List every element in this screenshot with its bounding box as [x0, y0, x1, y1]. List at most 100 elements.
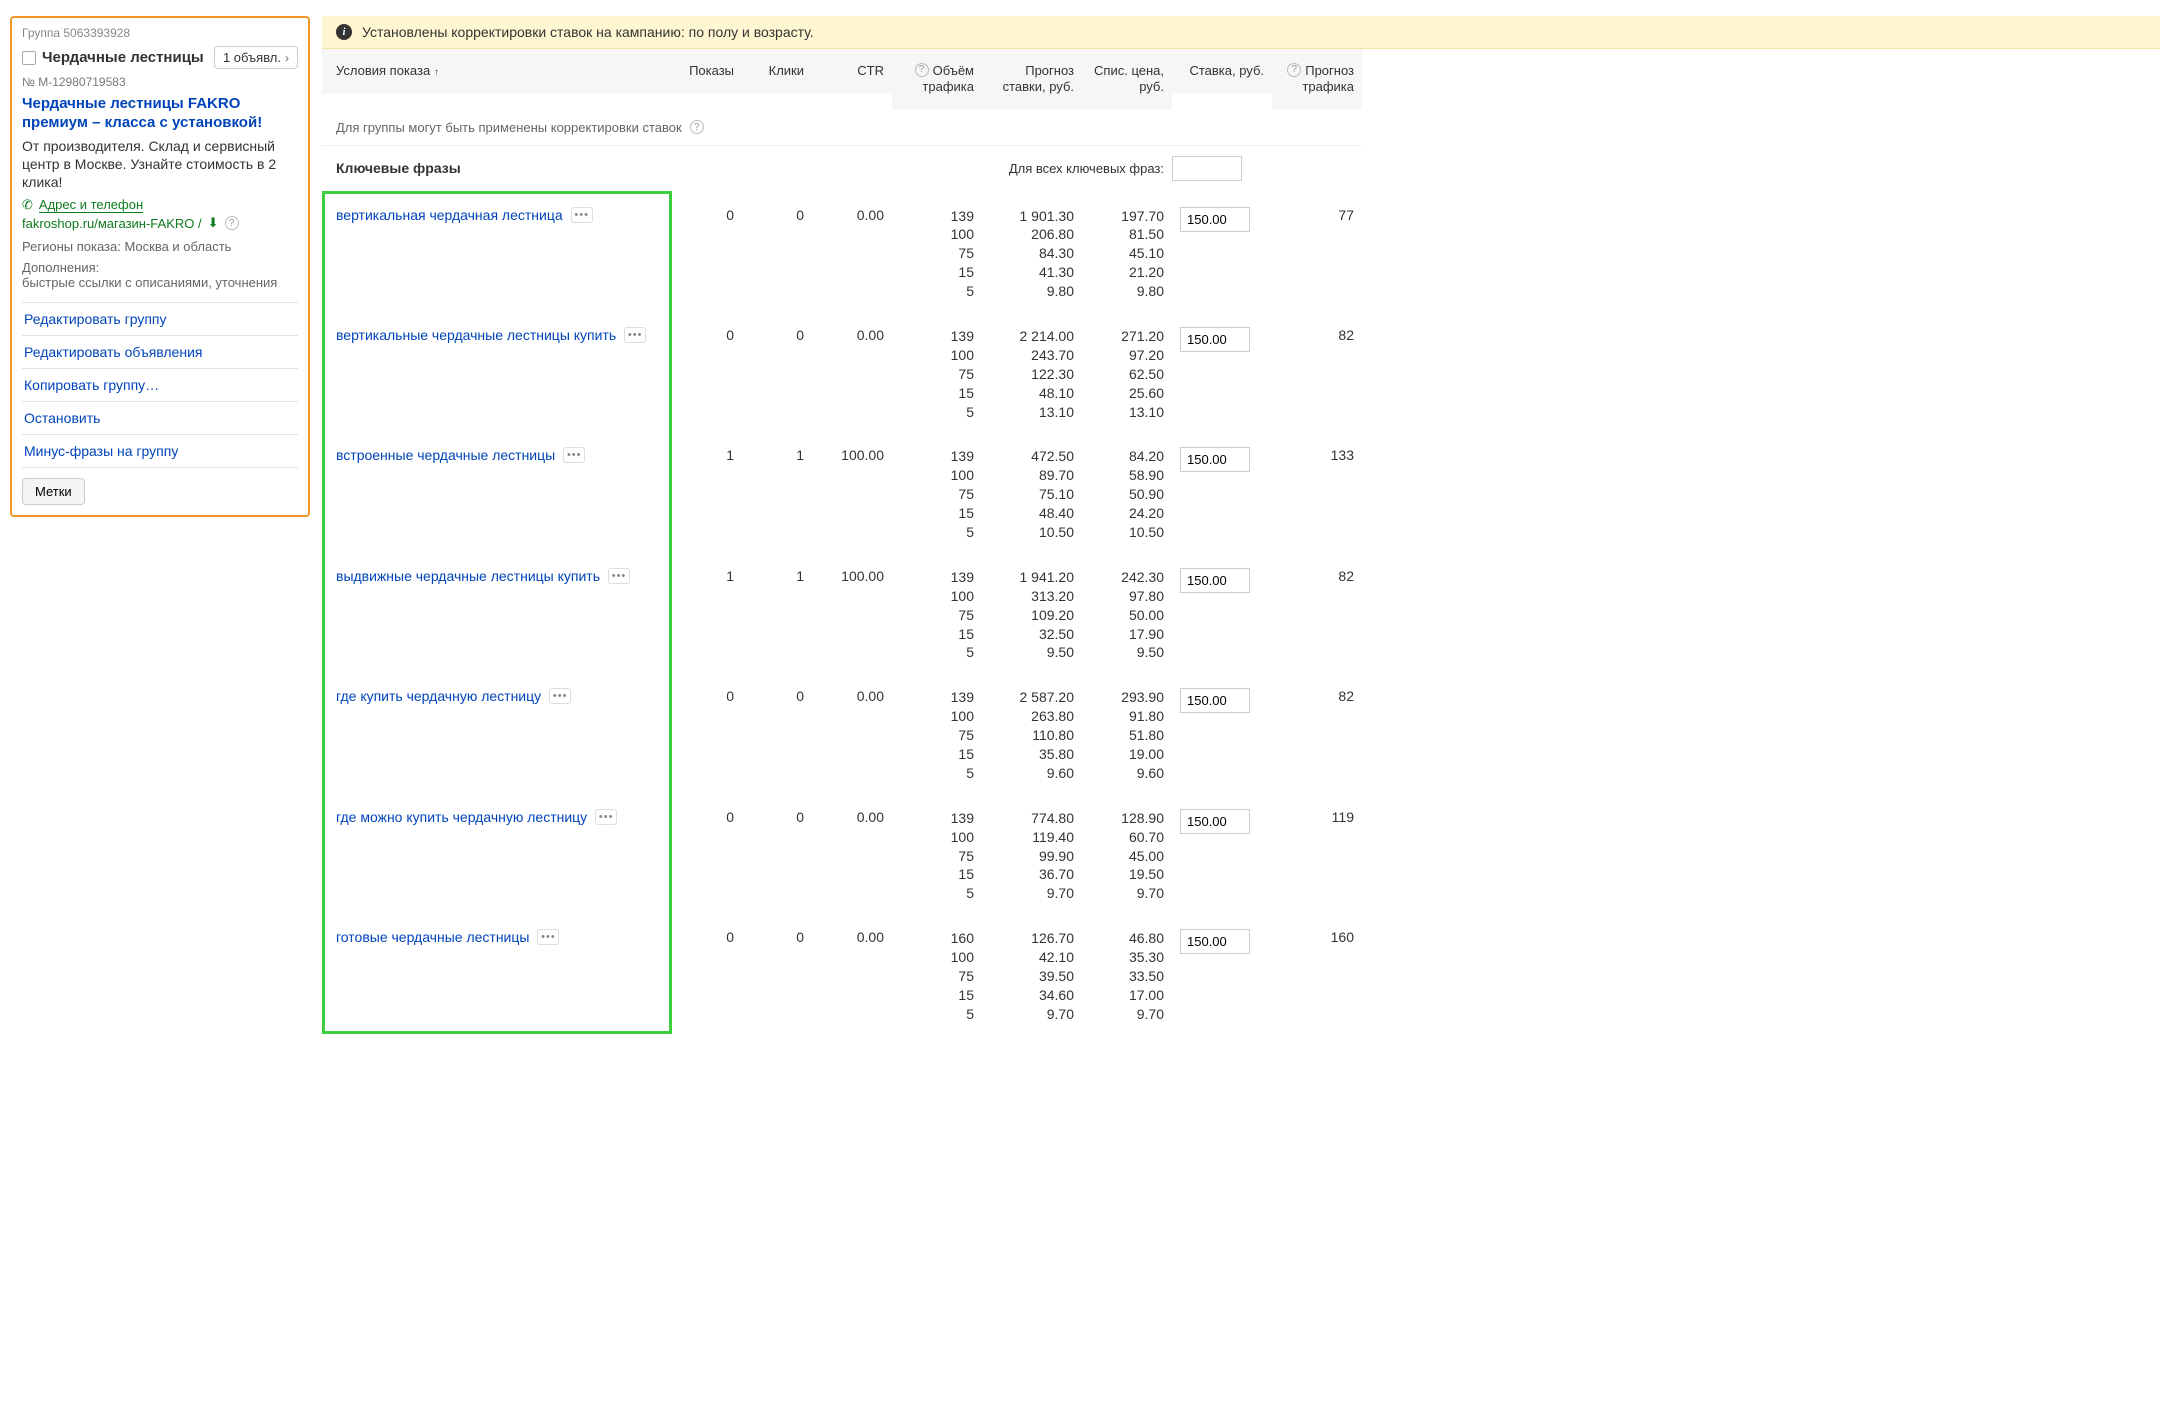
banner-text: Установлены корректировки ставок на камп… — [362, 24, 814, 40]
ctr-cell: 0.00 — [812, 311, 892, 353]
written-price-cell: 271.20 97.20 62.50 25.60 13.10 — [1082, 311, 1172, 431]
ad-headline[interactable]: Чердачные лестницы FAKRO премиум – класс… — [22, 95, 298, 133]
impressions-cell: 1 — [672, 552, 742, 594]
bid-input[interactable] — [1180, 447, 1250, 472]
ad-text: От производителя. Склад и сервисный цент… — [22, 137, 298, 192]
th-written-price[interactable]: Спис. цена, руб. — [1082, 49, 1172, 110]
impressions-cell: 0 — [672, 793, 742, 835]
bid-input[interactable] — [1180, 327, 1250, 352]
bid-cell — [1172, 311, 1272, 362]
traffic-volume-cell: 139 100 75 15 5 — [892, 793, 982, 913]
chevron-right-icon: › — [285, 51, 289, 65]
bid-input[interactable] — [1180, 929, 1250, 954]
keywords-body: вертикальная чердачная лестница•••000.00… — [322, 191, 2160, 1034]
help-icon[interactable]: ? — [225, 216, 239, 230]
action-list: Редактировать группу Редактировать объяв… — [22, 302, 298, 468]
bid-cell — [1172, 552, 1272, 603]
traffic-forecast-cell: 82 — [1272, 552, 1362, 594]
clicks-cell: 0 — [742, 913, 812, 955]
ctr-cell: 0.00 — [812, 793, 892, 835]
traffic-volume-cell: 160 100 75 15 5 — [892, 913, 982, 1033]
traffic-volume-cell: 139 100 75 15 5 — [892, 431, 982, 551]
bid-cell — [1172, 913, 1272, 964]
traffic-volume-cell: 139 100 75 15 5 — [892, 311, 982, 431]
keyword-menu-button[interactable]: ••• — [595, 809, 617, 825]
bid-input[interactable] — [1180, 688, 1250, 713]
address-link[interactable]: Адрес и телефон — [39, 197, 143, 213]
edit-group-button[interactable]: Редактировать группу — [22, 303, 298, 336]
group-id: Группа 5063393928 — [22, 26, 298, 40]
clicks-cell: 0 — [742, 793, 812, 835]
address-row: ✆ Адрес и телефон — [22, 197, 298, 213]
corrections-text: Для группы могут быть применены корректи… — [336, 120, 682, 135]
keyword-menu-button[interactable]: ••• — [608, 568, 630, 584]
sort-asc-icon: ↑ — [434, 67, 439, 78]
bid-input[interactable] — [1180, 568, 1250, 593]
stop-button[interactable]: Остановить — [22, 402, 298, 435]
keyword-link[interactable]: вертикальные чердачные лестницы купить — [336, 327, 616, 343]
group-header: Чердачные лестницы 1 объявл. › — [22, 46, 298, 69]
th-conditions[interactable]: Условия показа ↑ — [322, 49, 672, 94]
forecast-bid-cell: 2 214.00 243.70 122.30 48.10 13.10 — [982, 311, 1082, 431]
ctr-cell: 100.00 — [812, 431, 892, 473]
help-icon[interactable]: ? — [690, 120, 704, 134]
bid-input[interactable] — [1180, 207, 1250, 232]
help-icon[interactable]: ? — [1287, 63, 1301, 77]
tags-button[interactable]: Метки — [22, 478, 85, 505]
keyword-link[interactable]: где купить чердачную лестницу — [336, 688, 541, 704]
keyword-menu-button[interactable]: ••• — [537, 929, 559, 945]
bid-cell — [1172, 793, 1272, 844]
copy-group-button[interactable]: Копировать группу… — [22, 369, 298, 402]
display-url: fakroshop.ru/магазин-FAKRO / — [22, 216, 202, 231]
ctr-cell: 0.00 — [812, 913, 892, 955]
keyword-cell: где можно купить чердачную лестницу ••• — [322, 793, 672, 835]
impressions-cell: 0 — [672, 672, 742, 714]
forecast-bid-cell: 774.80 119.40 99.90 36.70 9.70 — [982, 793, 1082, 913]
clicks-cell: 0 — [742, 191, 812, 233]
help-icon[interactable]: ? — [915, 63, 929, 77]
keyword-menu-button[interactable]: ••• — [549, 688, 571, 704]
traffic-forecast-cell: 77 — [1272, 191, 1362, 233]
keyword-menu-button[interactable]: ••• — [624, 327, 646, 343]
impressions-cell: 0 — [672, 311, 742, 353]
ad-count-button[interactable]: 1 объявл. › — [214, 46, 298, 69]
traffic-volume-cell: 139 100 75 15 5 — [892, 552, 982, 672]
all-bids-input[interactable] — [1172, 156, 1242, 181]
bid-input[interactable] — [1180, 809, 1250, 834]
keyword-link[interactable]: встроенные чердачные лестницы — [336, 447, 555, 463]
download-icon[interactable]: ⬇ — [208, 215, 219, 231]
written-price-cell: 293.90 91.80 51.80 19.00 9.60 — [1082, 672, 1172, 792]
th-bid[interactable]: Ставка, руб. — [1172, 49, 1272, 93]
display-url-row: fakroshop.ru/магазин-FAKRO / ⬇ ? — [22, 215, 298, 231]
main-panel: i Установлены корректировки ставок на ка… — [322, 16, 2160, 1034]
traffic-volume-cell: 139 100 75 15 5 — [892, 191, 982, 311]
clicks-cell: 1 — [742, 552, 812, 594]
traffic-forecast-cell: 119 — [1272, 793, 1362, 835]
th-traffic-volume[interactable]: ?Объём трафика — [892, 49, 982, 110]
keyword-cell: вертикальная чердачная лестница ••• — [322, 191, 672, 233]
keywords-section-title: Ключевые фразы — [322, 146, 672, 190]
th-traffic-forecast[interactable]: ?Прогноз трафика — [1272, 49, 1362, 110]
th-impressions[interactable]: Показы — [672, 49, 742, 93]
negative-keywords-button[interactable]: Минус-фразы на группу — [22, 435, 298, 468]
clicks-cell: 0 — [742, 311, 812, 353]
keyword-link[interactable]: выдвижные чердачные лестницы купить — [336, 568, 600, 584]
keyword-link[interactable]: вертикальная чердачная лестница — [336, 207, 563, 223]
bid-cell — [1172, 672, 1272, 723]
group-checkbox[interactable] — [22, 51, 36, 65]
edit-ads-button[interactable]: Редактировать объявления — [22, 336, 298, 369]
keyword-link[interactable]: где можно купить чердачную лестницу — [336, 809, 587, 825]
th-clicks[interactable]: Клики — [742, 49, 812, 93]
th-forecast-bid[interactable]: Прогноз ставки, руб. — [982, 49, 1082, 110]
impressions-cell: 0 — [672, 913, 742, 955]
header-grid: Условия показа ↑ Показы Клики CTR ?Объём… — [322, 49, 2160, 191]
ctr-cell: 0.00 — [812, 191, 892, 233]
all-bids-label: Для всех ключевых фраз: — [892, 147, 1172, 190]
written-price-cell: 197.70 81.50 45.10 21.20 9.80 — [1082, 191, 1172, 311]
keyword-link[interactable]: готовые чердачные лестницы — [336, 929, 529, 945]
clicks-cell: 0 — [742, 672, 812, 714]
forecast-bid-cell: 1 941.20 313.20 109.20 32.50 9.50 — [982, 552, 1082, 672]
keyword-menu-button[interactable]: ••• — [571, 207, 593, 223]
keyword-menu-button[interactable]: ••• — [563, 447, 585, 463]
th-ctr[interactable]: CTR — [812, 49, 892, 93]
